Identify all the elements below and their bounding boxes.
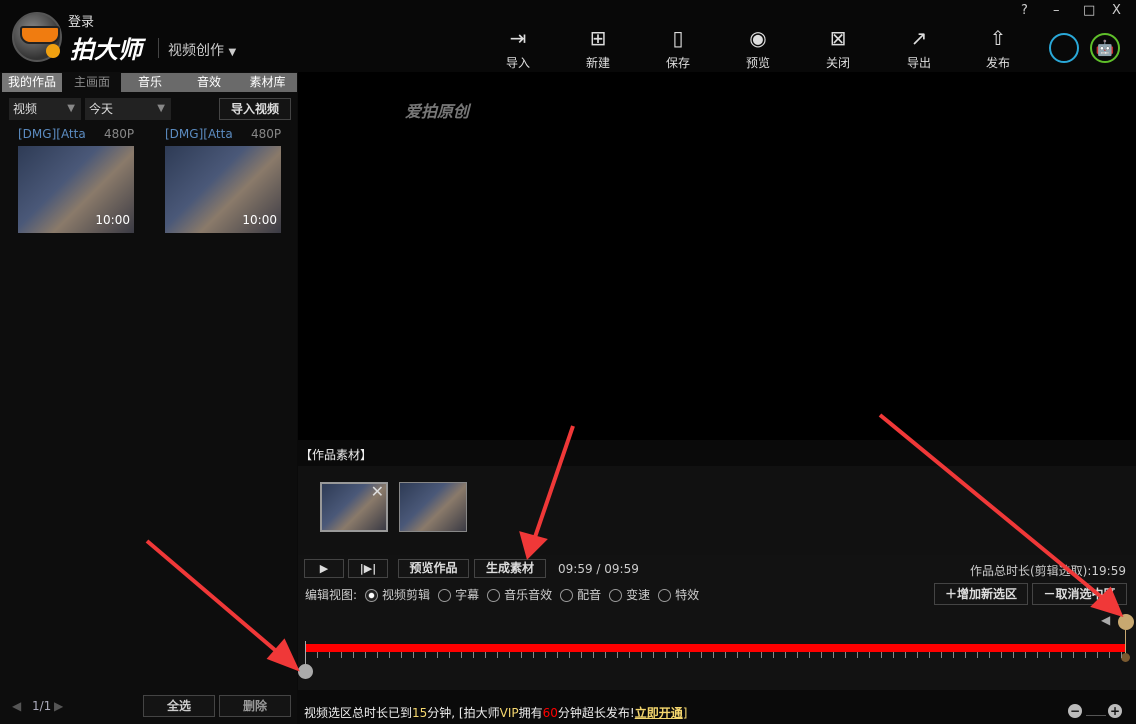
annotation-arrow [880,415,1105,600]
annotation-arrow [534,426,573,540]
annotation-arrow [147,541,282,656]
annotation-arrow-head [522,534,544,556]
annotation-arrow-head [270,642,296,668]
annotation-arrows [0,0,1136,724]
